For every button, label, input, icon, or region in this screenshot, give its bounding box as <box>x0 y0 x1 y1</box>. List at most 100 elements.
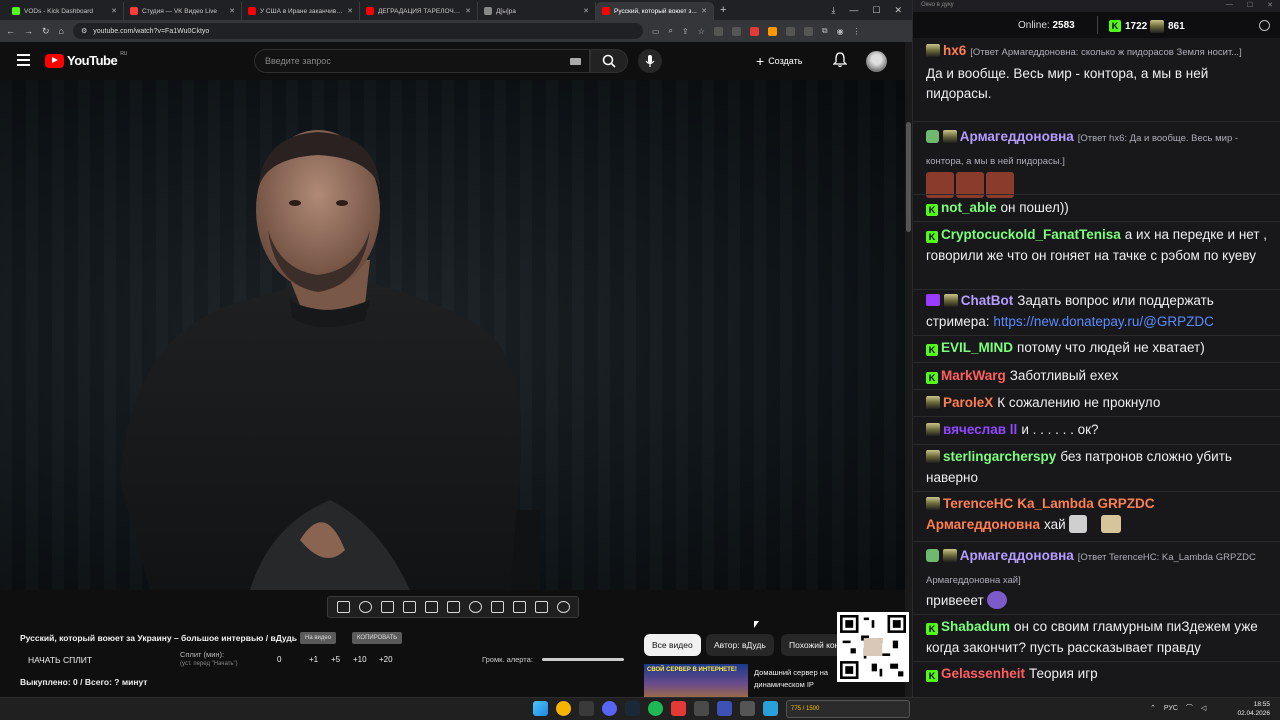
camera-icon[interactable] <box>512 601 526 613</box>
downloads-icon[interactable]: ⤓ <box>831 5 835 16</box>
close-icon[interactable]: ✕ <box>229 7 235 15</box>
address-bar[interactable]: ⚙ youtube.com/watch?v=Fa1Wu0Cktyo <box>72 23 643 39</box>
maximize-icon[interactable]: ☐ <box>1247 1 1253 9</box>
tab-vk-studio[interactable]: Студия — VK Видео Live ✕ <box>124 2 242 20</box>
tab-usa-iran[interactable]: У США в Иране заканчиваются ✕ <box>242 2 360 20</box>
recommended-video-thumbnail[interactable]: СВОЙ СЕРВЕР В ИНТЕРНЕТЕ! <box>644 664 748 697</box>
recording-app-icon[interactable] <box>671 701 686 716</box>
gear-icon[interactable] <box>1259 20 1270 31</box>
keyboard-icon[interactable] <box>570 58 581 65</box>
language-indicator[interactable]: РУС <box>1164 705 1178 712</box>
maximize-icon[interactable]: ☐ <box>872 5 880 16</box>
discord-icon[interactable] <box>602 701 617 716</box>
start-windows-icon[interactable] <box>533 701 548 716</box>
chat-username[interactable]: ParoleX <box>943 395 993 410</box>
close-icon[interactable]: ✕ <box>583 7 589 15</box>
extensions-puzzle-icon[interactable]: ⧉ <box>822 26 828 36</box>
search-input[interactable]: Введите запрос <box>254 49 590 73</box>
split-value-button[interactable]: +1 <box>309 655 318 664</box>
filter-chip-all[interactable]: Все видео <box>644 634 701 656</box>
chat-username[interactable]: Gelassenheit <box>941 666 1025 681</box>
chat-username[interactable]: Shabadum <box>941 619 1010 634</box>
on-video-button[interactable]: На видео <box>300 632 337 644</box>
zoom-icon[interactable]: ⌕ <box>669 26 673 36</box>
extension-icon[interactable] <box>731 26 741 36</box>
terminal-icon[interactable] <box>579 701 594 716</box>
chat-username[interactable]: ChatBot <box>961 293 1014 308</box>
new-tab-button[interactable]: + <box>714 2 732 20</box>
split-value-button[interactable]: +5 <box>331 655 340 664</box>
chat-username[interactable]: Армагеддоновна <box>960 129 1074 144</box>
back-icon[interactable]: ← <box>6 26 15 36</box>
filter-chip-related[interactable]: Похожий контент <box>781 634 841 656</box>
chat-username[interactable]: Cryptocuckold_FanatTenisa <box>941 227 1121 242</box>
goal-widget[interactable]: 775 / 1500 <box>786 700 910 718</box>
tab-dyra[interactable]: Д[ы]ра ✕ <box>478 2 596 20</box>
chat-username[interactable]: hx6 <box>943 43 966 58</box>
app-icon[interactable] <box>694 701 709 716</box>
network-icon[interactable]: ⌒ <box>1186 703 1193 713</box>
share-icon[interactable]: ⇪ <box>682 27 689 36</box>
copy-button[interactable]: КОПИРОВАТЬ <box>352 632 403 644</box>
extension-icon[interactable] <box>713 26 723 36</box>
split-value-button[interactable]: +20 <box>379 655 393 664</box>
close-icon[interactable]: ✕ <box>1267 1 1273 9</box>
video-player[interactable] <box>0 80 905 590</box>
bookmark-star-icon[interactable]: ☆ <box>698 27 705 36</box>
chat-username[interactable]: Армагеддоновна <box>960 548 1074 563</box>
create-button[interactable]: + Создать <box>756 52 802 70</box>
donation-link[interactable]: https://new.donatepay.ru/@GRPZDC <box>993 314 1214 329</box>
youtube-logo[interactable]: YouTube RU <box>45 51 127 68</box>
media-player-icon[interactable] <box>717 701 732 716</box>
reload-icon[interactable]: ↻ <box>42 26 50 37</box>
split-value-button[interactable]: +10 <box>353 655 367 664</box>
close-window-icon[interactable]: ✕ <box>894 5 902 16</box>
voice-search-button[interactable] <box>638 49 662 73</box>
picture-in-picture-icon[interactable] <box>424 601 438 613</box>
telegram-icon[interactable] <box>763 701 778 716</box>
close-icon[interactable]: ✕ <box>701 7 707 15</box>
tab-kick-dashboard[interactable]: VODs - Kick Dashboard ✕ <box>6 2 124 20</box>
profile-icon[interactable]: ◉ <box>837 27 844 36</box>
speed-gauge-icon[interactable] <box>468 601 482 613</box>
tab-current-video[interactable]: Русский, который воюет з... ✕ <box>596 2 714 20</box>
close-icon[interactable]: ✕ <box>465 7 471 15</box>
steam-icon[interactable] <box>625 701 640 716</box>
tray-arrow-icon[interactable]: ⌃ <box>1150 704 1156 712</box>
chat-username[interactable]: EVIL_MIND <box>941 340 1013 355</box>
menu-dots-icon[interactable]: ⋮ <box>853 27 861 36</box>
chat-username[interactable]: вячеслав ll <box>943 422 1017 437</box>
broadcast-icon[interactable] <box>358 601 372 613</box>
search-button[interactable] <box>590 49 628 73</box>
loop-icon[interactable] <box>336 601 350 613</box>
forward-icon[interactable]: → <box>24 26 33 36</box>
extension-icon[interactable] <box>785 26 795 36</box>
app-icon[interactable] <box>740 701 755 716</box>
tab-degradation[interactable]: ДЕГРАДАЦИЯ ТАРЕЛОЧНИЦ ✕ <box>360 2 478 20</box>
chrome-icon[interactable] <box>556 701 571 716</box>
subtitles-icon[interactable] <box>490 601 504 613</box>
flask-icon[interactable] <box>534 601 548 613</box>
film-icon[interactable] <box>402 601 416 613</box>
minimize-icon[interactable]: — <box>849 5 858 15</box>
chat-username[interactable]: not_able <box>941 200 997 215</box>
cast-icon[interactable]: ▭ <box>652 27 660 36</box>
chat-username[interactable]: TerenceHC <box>943 496 1013 511</box>
chat-username[interactable]: sterlingarcherspy <box>943 449 1056 464</box>
notifications-bell-icon[interactable] <box>833 52 847 68</box>
gear-icon[interactable] <box>556 601 570 613</box>
close-icon[interactable]: ✕ <box>111 7 117 15</box>
taskbar-clock[interactable]: 18:55 02.04.2026 <box>1228 700 1270 718</box>
filter-chip-author[interactable]: Автор: вДудь <box>706 634 774 656</box>
page-scrollbar[interactable] <box>905 42 912 697</box>
extension-icon[interactable] <box>767 26 777 36</box>
scrollbar-thumb[interactable] <box>906 122 911 232</box>
film-strip-icon[interactable] <box>446 601 460 613</box>
volume-icon[interactable]: ◁ <box>1201 704 1206 712</box>
minimize-icon[interactable]: — <box>1226 1 1233 9</box>
cast-screen-icon[interactable] <box>380 601 394 613</box>
account-avatar[interactable] <box>866 51 887 72</box>
spotify-icon[interactable] <box>648 701 663 716</box>
hamburger-menu-icon[interactable] <box>17 54 30 66</box>
split-value-button[interactable]: 0 <box>277 655 281 664</box>
